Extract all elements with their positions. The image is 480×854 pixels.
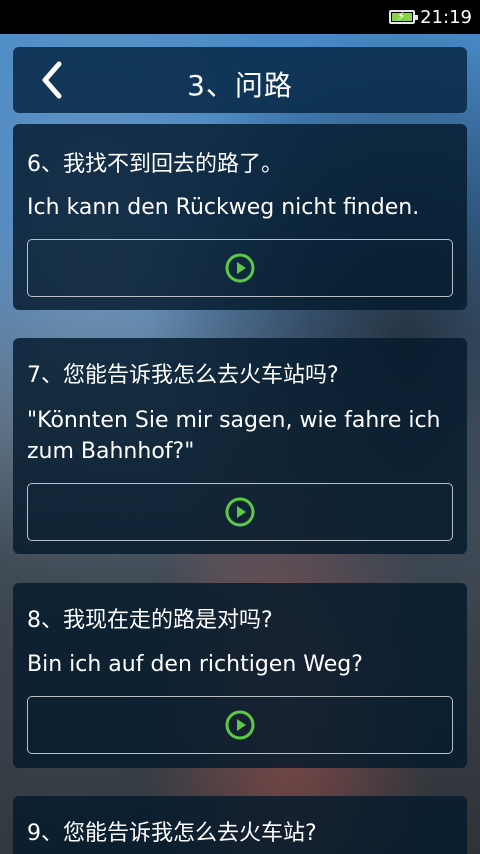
- phrase-chinese: 7、您能告诉我怎么去火车站吗?: [27, 363, 339, 388]
- page-title: 3、问路: [187, 69, 293, 102]
- play-audio-button[interactable]: [27, 696, 453, 754]
- phrase-chinese: 8、我现在走的路是对吗?: [27, 608, 273, 633]
- play-audio-button[interactable]: [27, 483, 453, 541]
- phrase-card: 6、我找不到回去的路了。 Ich kann den Rückweg nicht …: [13, 124, 467, 310]
- phrase-chinese: 6、我找不到回去的路了。: [27, 152, 283, 177]
- header-bar: 3、问路: [13, 47, 467, 113]
- phrase-card: 8、我现在走的路是对吗? Bin ich auf den richtigen W…: [13, 583, 467, 768]
- phrase-card: 7、您能告诉我怎么去火车站吗? "Könnten Sie mir sagen, …: [13, 338, 467, 554]
- play-circle-icon: [225, 253, 255, 283]
- status-clock: 21:19: [420, 7, 472, 28]
- phrase-card: 9、您能告诉我怎么去火车站?: [13, 796, 467, 854]
- phrase-german: Bin ich auf den richtigen Weg?: [27, 652, 363, 677]
- battery-icon: ⚡: [389, 9, 418, 24]
- play-circle-icon: [225, 710, 255, 740]
- phrase-german: "Könnten Sie mir sagen, wie fahre ich zu…: [27, 408, 441, 464]
- play-audio-button[interactable]: [27, 239, 453, 297]
- play-circle-icon: [225, 497, 255, 527]
- charging-bolt-icon: ⚡: [397, 9, 406, 23]
- phrase-chinese: 9、您能告诉我怎么去火车站?: [27, 821, 317, 846]
- status-bar: ⚡ 21:19: [0, 0, 480, 34]
- phrase-german: Ich kann den Rückweg nicht finden.: [27, 195, 420, 220]
